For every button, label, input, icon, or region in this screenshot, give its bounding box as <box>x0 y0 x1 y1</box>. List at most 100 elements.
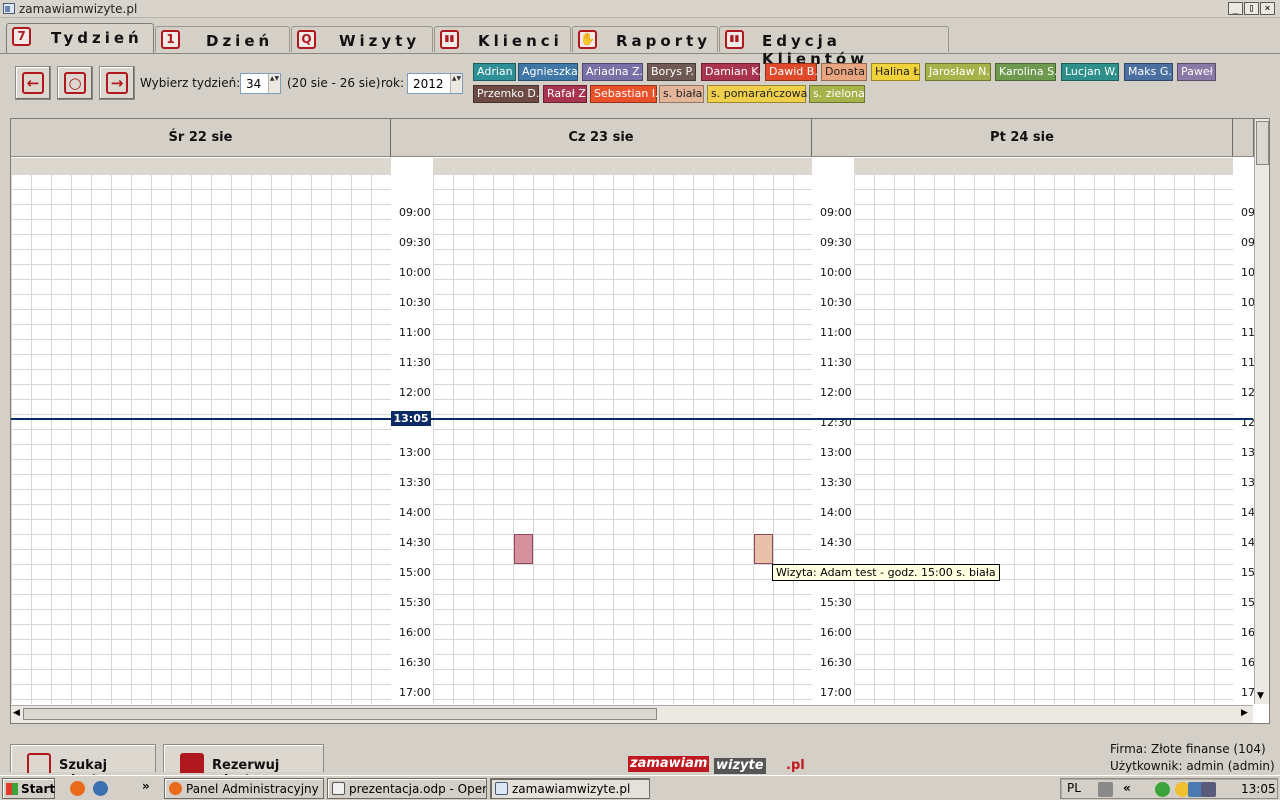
visit-tooltip: Wizyta: Adam test - godz. 15:00 s. biała <box>772 564 1000 581</box>
legend-chip[interactable]: Rafał Z <box>543 85 587 103</box>
taskbar-item[interactable]: Panel Administracyjny - ... <box>164 778 324 799</box>
maximize-button[interactable]: ▯ <box>1244 2 1259 15</box>
legend-chip[interactable]: s. zielona <box>809 85 865 103</box>
start-button[interactable]: Start <box>2 778 55 799</box>
legend-chip[interactable]: Lucjan W. <box>1061 63 1119 81</box>
legend-chip[interactable]: s. biała <box>659 85 704 103</box>
tray-expand-icon[interactable]: « <box>1123 781 1131 795</box>
vertical-scrollbar[interactable]: ▼ <box>1254 119 1269 704</box>
time-label: 09:30 <box>820 236 852 249</box>
scroll-right-icon[interactable]: ▶ <box>1241 708 1248 718</box>
day-header[interactable]: Śr 22 sie <box>11 119 391 157</box>
tab-dzien[interactable]: 1 Dzień <box>155 26 290 52</box>
legend-chip[interactable]: Agnieszka <box>518 63 578 81</box>
horizontal-scrollbar[interactable]: ◀ ▶ <box>11 705 1253 723</box>
search-visits-button[interactable]: Szukaj wizyty <box>10 744 156 788</box>
legend-chip[interactable]: Ariadna Z. <box>582 63 643 81</box>
legend-chip[interactable]: Dawid B. <box>765 63 818 81</box>
tab-klienci[interactable]: ▮▮ Klienci <box>434 26 571 52</box>
taskbar-item-active[interactable]: zamawiamwizyte.pl <box>490 778 650 799</box>
time-label: 10:00 <box>399 266 431 279</box>
circle-icon: ○ <box>64 72 86 94</box>
time-label-partial: 11 <box>1241 326 1254 339</box>
time-label: 11:00 <box>399 326 431 339</box>
tab-edycja-klientow[interactable]: ▮▮ Edycja Klientów <box>719 26 949 68</box>
tab-label: Wizyty <box>339 32 421 50</box>
time-label: 16:30 <box>820 656 852 669</box>
book-visit-button[interactable]: Rezerwuj wizytę <box>163 744 324 788</box>
close-button[interactable]: × <box>1260 2 1275 15</box>
legend-chip[interactable]: Karolina S. <box>995 63 1058 81</box>
next-week-button[interactable]: → <box>99 66 135 100</box>
scroll-down-icon[interactable]: ▼ <box>1257 691 1264 701</box>
visit-block[interactable] <box>514 534 533 564</box>
time-label: 14:30 <box>820 536 852 549</box>
time-label: 11:30 <box>820 356 852 369</box>
scroll-thumb[interactable] <box>23 708 657 720</box>
windows-logo-icon <box>6 783 18 795</box>
firefox-icon[interactable] <box>70 781 85 796</box>
firm-info: Firma: Złote finanse (104) <box>1110 742 1266 756</box>
year-label: rok: <box>381 76 405 90</box>
quicklaunch-more-icon[interactable]: » <box>142 779 150 793</box>
day-grid[interactable] <box>11 174 391 704</box>
legend-chip[interactable]: s. pomarańczowa <box>707 85 807 103</box>
legend-chip[interactable]: Przemko D. <box>473 85 539 103</box>
browser-icon[interactable] <box>93 781 108 796</box>
time-label-partial: 11 <box>1241 356 1254 369</box>
volume-icon[interactable] <box>1201 782 1216 797</box>
user-info: Użytkownik: admin (admin) <box>1110 759 1275 773</box>
year-spinbox[interactable]: 2012 ▲▼ <box>407 73 463 94</box>
time-label: 15:30 <box>399 596 431 609</box>
day-header[interactable]: Cz 23 sie <box>391 119 812 157</box>
tab-tydzien[interactable]: 7 Tydzień <box>6 23 154 53</box>
tab-raporty[interactable]: ✋ Raporty <box>572 26 718 52</box>
time-label-partial: 17 <box>1241 686 1254 699</box>
time-label: 13:30 <box>820 476 852 489</box>
day-grid[interactable] <box>433 174 812 704</box>
calendar-day-icon: 1 <box>161 30 180 49</box>
taskbar-item[interactable]: prezentacja.odp - Open... <box>327 778 487 799</box>
legend-chip[interactable]: Adrian <box>473 63 516 81</box>
legend-chip[interactable]: Jarosław N. <box>925 63 991 81</box>
scroll-left-icon[interactable]: ◀ <box>13 708 20 718</box>
spin-arrows-icon[interactable]: ▲▼ <box>450 74 462 93</box>
legend-chip[interactable]: Donata <box>821 63 867 81</box>
scroll-thumb[interactable] <box>1256 121 1269 165</box>
prev-week-button[interactable]: ← <box>15 66 51 100</box>
header-stripe <box>11 158 1253 174</box>
tab-label: Raporty <box>616 32 712 50</box>
tab-label: Tydzień <box>51 29 143 47</box>
printer-icon[interactable] <box>1098 782 1113 797</box>
legend-chip[interactable]: Paweł <box>1177 63 1216 81</box>
time-label-partial: 15 <box>1241 596 1254 609</box>
time-label: 12:00 <box>820 386 852 399</box>
legend-chip[interactable]: Borys P. <box>647 63 696 81</box>
week-spinbox[interactable]: 34 ▲▼ <box>240 73 281 94</box>
time-label-partial: 13 <box>1241 476 1254 489</box>
legend-chip[interactable]: Halina Ł <box>871 63 920 81</box>
current-week-button[interactable]: ○ <box>57 66 93 100</box>
app-window-icon <box>3 3 15 14</box>
tab-wizyty[interactable]: Q Wizyty <box>291 26 433 52</box>
legend-chip[interactable]: Damian K. <box>701 63 762 81</box>
legend-chip[interactable]: Sebastian I. <box>590 85 659 103</box>
spin-arrows-icon[interactable]: ▲▼ <box>268 74 280 93</box>
minimize-button[interactable]: _ <box>1228 2 1243 15</box>
taskbar-item-label: zamawiamwizyte.pl <box>512 782 631 796</box>
week-calendar: Śr 22 sie Cz 23 sie Pt 24 sie 09:00 09:30… <box>10 118 1270 724</box>
arrow-left-icon: ← <box>22 72 44 94</box>
time-label: 11:30 <box>399 356 431 369</box>
windows-taskbar: Start » Panel Administracyjny - ... prez… <box>0 775 1280 800</box>
time-label-partial: 15 <box>1241 566 1254 579</box>
time-label: 14:30 <box>399 536 431 549</box>
time-label: 13:00 <box>399 446 431 459</box>
visit-block[interactable] <box>754 534 773 564</box>
day-grid[interactable] <box>854 174 1233 704</box>
time-label: 17:00 <box>399 686 431 699</box>
time-label-partial: 09 <box>1241 206 1254 219</box>
day-header[interactable]: Pt 24 sie <box>812 119 1233 157</box>
time-label-partial: 14 <box>1241 506 1254 519</box>
status-icon[interactable] <box>1155 782 1170 797</box>
legend-chip[interactable]: Maks G. <box>1124 63 1173 81</box>
